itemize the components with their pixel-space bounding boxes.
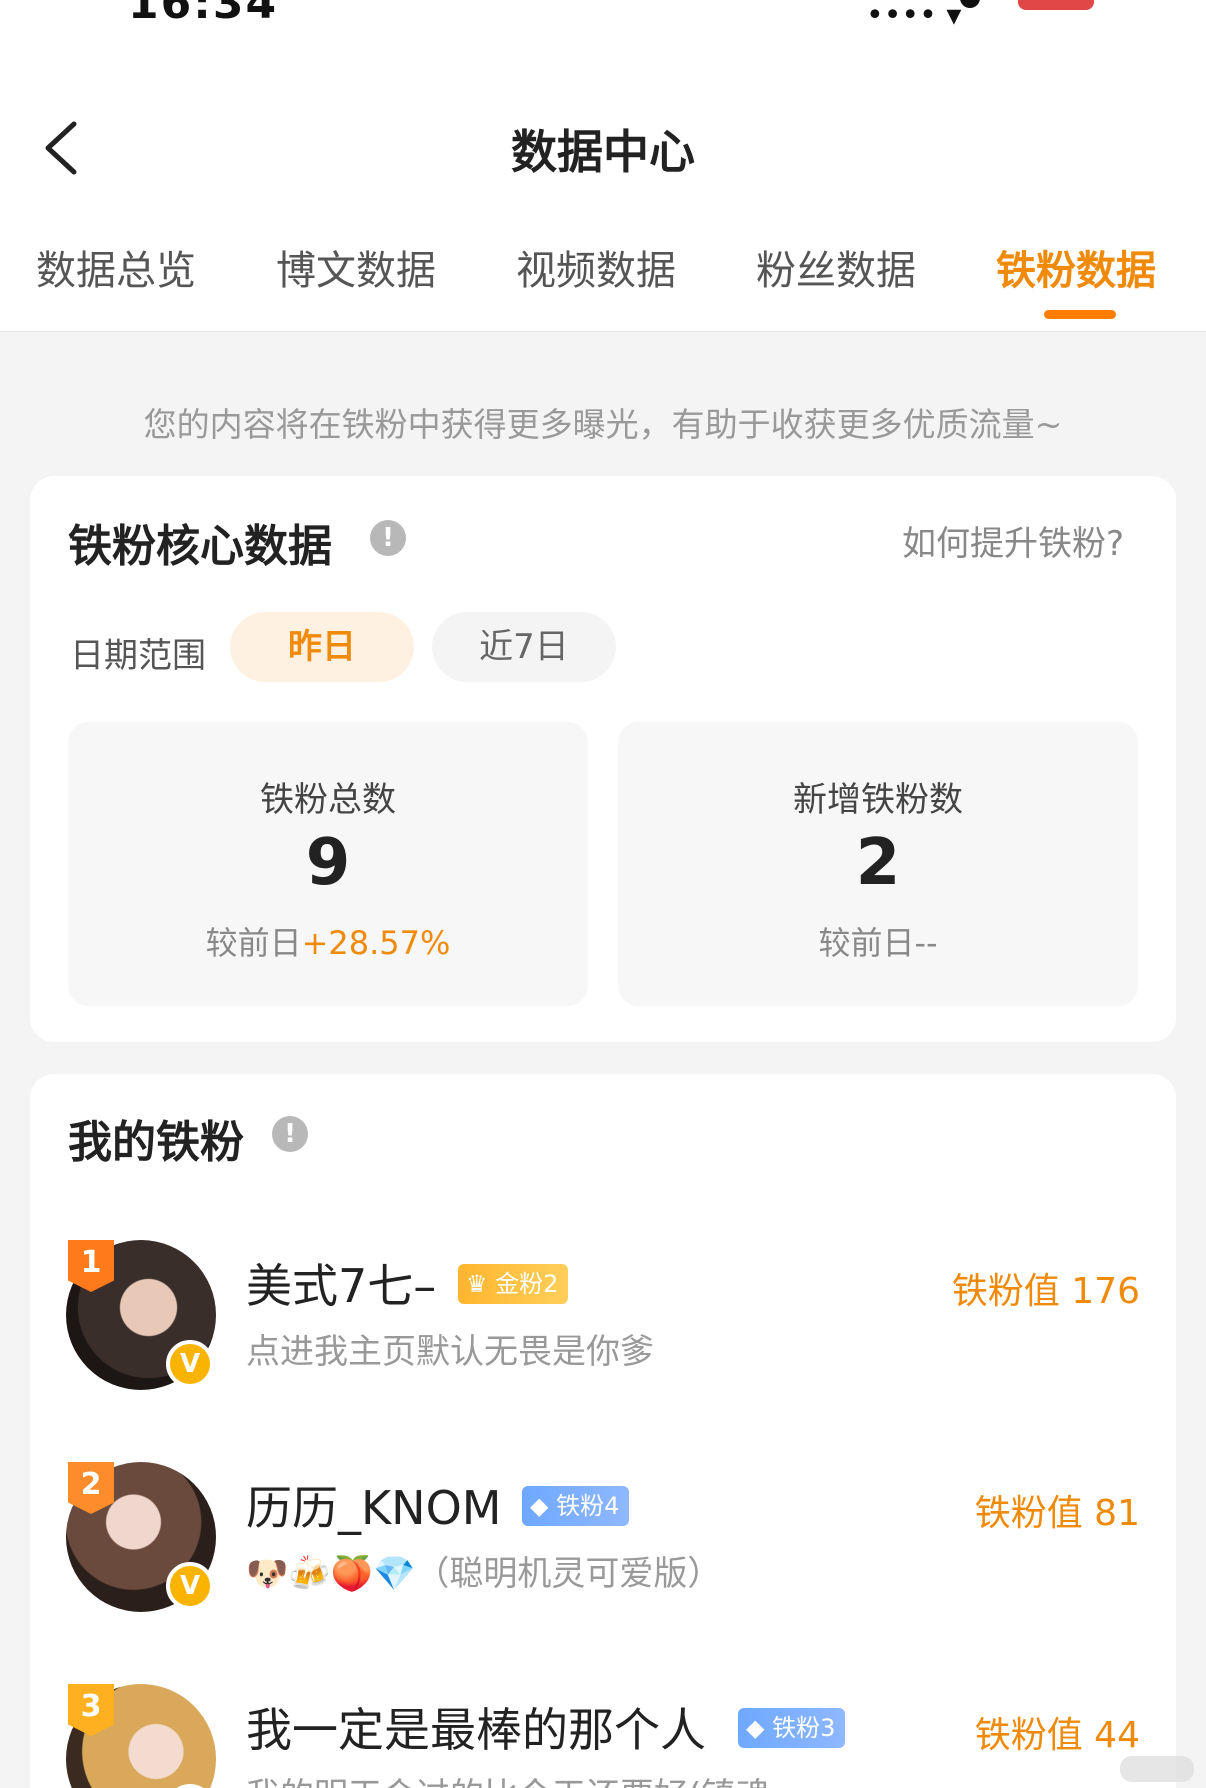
fan-score: 铁粉值 176	[951, 1271, 1140, 1312]
info-icon[interactable]: !	[272, 1116, 308, 1152]
stat-new-fans: 新增铁粉数 2 较前日--	[618, 722, 1138, 1006]
page-title: 数据中心	[511, 125, 695, 179]
fan-list-item[interactable]: 3 V 我一定是最棒的那个人 ◆ 铁粉3 我的明天会过的比今天还要好(镇魂 铁粉…	[30, 1684, 1176, 1788]
my-fans-card: 我的铁粉 ! 1 V 美式7七– ♛ 金粉2 点进我主页默认无畏是你爹 铁粉值 …	[30, 1074, 1176, 1788]
watermark-badge	[1120, 1756, 1194, 1782]
verified-icon: V	[166, 1340, 214, 1388]
diamond-icon: ◆	[530, 1492, 549, 1520]
verified-icon: V	[166, 1562, 214, 1610]
compare-prefix: 较前日	[818, 924, 915, 962]
compare-value: --	[914, 924, 938, 962]
fan-level-badge: ♛ 金粉2	[458, 1264, 569, 1304]
tab-video-data[interactable]: 视频数据	[516, 238, 676, 296]
stat-compare: 较前日+28.57%	[68, 918, 588, 964]
card-title: 我的铁粉	[68, 1117, 244, 1168]
core-data-card: 铁粉核心数据 ! 如何提升铁粉? 日期范围 昨日 近7日 铁粉总数 9 较前日+…	[30, 476, 1176, 1042]
fan-name: 历历_KNOM	[246, 1481, 502, 1535]
badge-label: 铁粉3	[772, 1714, 836, 1742]
compare-value: +28.57%	[301, 924, 451, 962]
help-link[interactable]: 如何提升铁粉?	[902, 516, 1124, 565]
fan-level-badge: ◆ 铁粉3	[738, 1708, 846, 1748]
stat-compare: 较前日--	[618, 918, 1138, 964]
stat-label: 新增铁粉数	[793, 780, 963, 820]
active-tab-indicator	[1044, 310, 1116, 319]
crown-icon: ♛	[466, 1270, 488, 1298]
fan-list-item[interactable]: 2 V 历历_KNOM ◆ 铁粉4 🐶🍻🍑💎（聪明机灵可爱版） 铁粉值 81	[30, 1462, 1176, 1622]
badge-label: 铁粉4	[556, 1492, 620, 1520]
stat-value: 2	[855, 826, 901, 900]
fan-bio: 我的明天会过的比今天还要好(镇魂	[246, 1768, 769, 1788]
tab-bar: 数据总览 博文数据 视频数据 粉丝数据 铁粉数据	[0, 238, 1206, 332]
header: 数据中心 数据总览 博文数据 视频数据 粉丝数据 铁粉数据	[0, 60, 1206, 332]
date-option-7days[interactable]: 近7日	[432, 612, 616, 682]
fan-bio: 点进我主页默认无畏是你爹	[246, 1332, 654, 1372]
stat-label: 铁粉总数	[260, 780, 396, 820]
tab-post-data[interactable]: 博文数据	[276, 238, 436, 296]
diamond-icon: ◆	[746, 1714, 765, 1742]
fan-score: 铁粉值 44	[974, 1715, 1140, 1756]
fan-score: 铁粉值 81	[974, 1493, 1140, 1534]
fan-list-item[interactable]: 1 V 美式7七– ♛ 金粉2 点进我主页默认无畏是你爹 铁粉值 176	[30, 1240, 1176, 1400]
status-bar: 16:34 •••• ▾	[0, 0, 1206, 60]
tip-text: 您的内容将在铁粉中获得更多曝光，有助于收获更多优质流量~	[143, 405, 1063, 444]
stat-total-fans: 铁粉总数 9 较前日+28.57%	[68, 722, 588, 1006]
stat-value: 9	[305, 826, 351, 900]
tab-overview[interactable]: 数据总览	[36, 238, 196, 296]
battery-icon	[1018, 0, 1094, 10]
fan-bio: 🐶🍻🍑💎（聪明机灵可爱版）	[246, 1554, 722, 1594]
tab-fan-data[interactable]: 粉丝数据	[756, 238, 916, 296]
status-time: 16:34	[128, 0, 279, 29]
date-option-yesterday[interactable]: 昨日	[230, 612, 414, 682]
fan-name: 我一定是最棒的那个人	[246, 1703, 706, 1757]
badge-label: 金粉2	[495, 1270, 559, 1298]
info-icon[interactable]: !	[370, 520, 406, 556]
signal-icon: •••• ▾	[866, 0, 962, 33]
card-title: 铁粉核心数据	[68, 521, 332, 572]
fan-name: 美式7七–	[246, 1259, 437, 1313]
date-range-label: 日期范围	[70, 636, 206, 676]
wifi-icon	[960, 0, 980, 8]
compare-prefix: 较前日	[205, 924, 302, 962]
fan-level-badge: ◆ 铁粉4	[522, 1486, 630, 1526]
tab-iron-fan-data[interactable]: 铁粉数据	[996, 238, 1156, 296]
